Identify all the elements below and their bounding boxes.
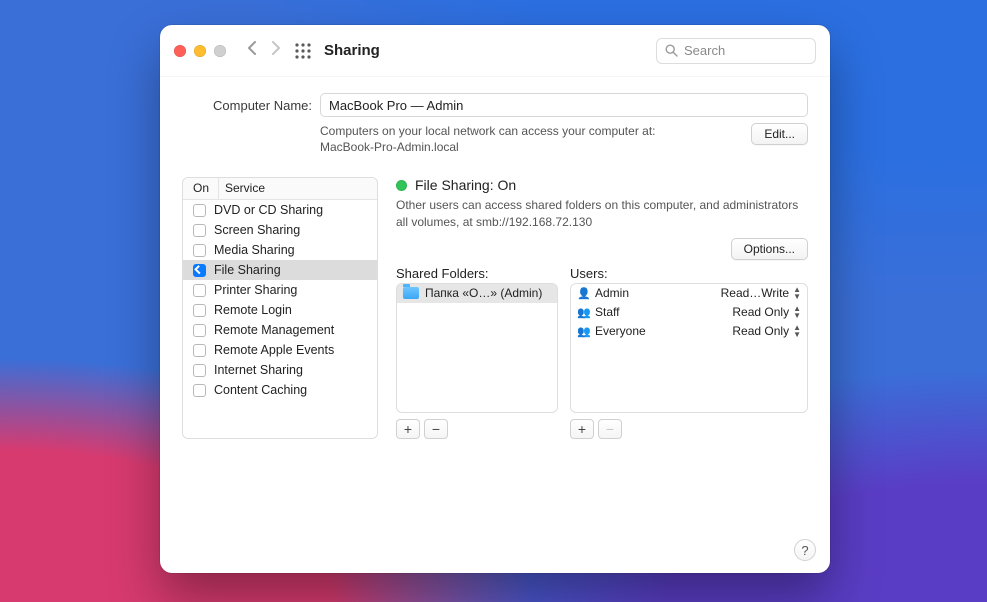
search-icon	[665, 44, 678, 57]
window-title: Sharing	[324, 42, 380, 59]
permission-label: Read…Write	[721, 286, 789, 300]
service-checkbox[interactable]	[193, 264, 206, 277]
service-name: Remote Management	[214, 323, 334, 337]
stepper-icon: ▲▼	[793, 286, 801, 300]
group-icon: 👥	[577, 306, 591, 319]
stepper-icon: ▲▼	[793, 305, 801, 319]
computer-name-field[interactable]	[320, 93, 808, 117]
users-header: Users:	[570, 266, 808, 281]
users-list[interactable]: 👤 Admin Read…Write ▲▼ 👥 Staff Read Only ▲▼ 👥 Ever…	[570, 283, 808, 413]
help-button[interactable]: ?	[794, 539, 816, 561]
service-row[interactable]: File Sharing	[183, 260, 377, 280]
shared-folders-header: Shared Folders:	[396, 266, 558, 281]
permission-label: Read Only	[732, 324, 789, 338]
person-icon: 👤	[577, 287, 591, 300]
add-folder-button[interactable]: +	[396, 419, 420, 439]
add-user-button[interactable]: +	[570, 419, 594, 439]
service-checkbox[interactable]	[193, 364, 206, 377]
computer-name-row: Computer Name:	[182, 93, 808, 117]
service-checkbox[interactable]	[193, 304, 206, 317]
service-checkbox[interactable]	[193, 284, 206, 297]
service-name: Screen Sharing	[214, 223, 300, 237]
service-name: Content Caching	[214, 383, 307, 397]
service-row[interactable]: Internet Sharing	[183, 360, 377, 380]
shared-folders-column: Shared Folders: Папка «О…» (Admin) + −	[396, 266, 558, 439]
forward-button[interactable]	[271, 40, 282, 61]
sharing-window: Sharing Search Computer Name: Computers …	[160, 25, 830, 573]
group-icon: 👥	[577, 325, 591, 338]
service-name: Internet Sharing	[214, 363, 303, 377]
service-col-on: On	[183, 178, 219, 199]
user-row[interactable]: 👥 Everyone Read Only ▲▼	[571, 322, 807, 341]
service-checkbox[interactable]	[193, 344, 206, 357]
edit-hostname-button[interactable]: Edit...	[751, 123, 808, 145]
service-name: Media Sharing	[214, 243, 295, 257]
computer-name-label: Computer Name:	[182, 98, 312, 113]
nav-buttons	[246, 40, 282, 61]
status-caption: Other users can access shared folders on…	[396, 197, 808, 229]
permission-popup[interactable]: Read…Write ▲▼	[721, 286, 801, 300]
computer-name-caption-row: Computers on your local network can acce…	[182, 123, 808, 155]
service-checkbox[interactable]	[193, 324, 206, 337]
user-name: Staff	[595, 305, 619, 319]
service-name: File Sharing	[214, 263, 281, 277]
service-row[interactable]: Printer Sharing	[183, 280, 377, 300]
minimize-window-button[interactable]	[194, 45, 206, 57]
service-row[interactable]: Remote Management	[183, 320, 377, 340]
panels: On Service DVD or CD Sharing Screen Shari…	[182, 177, 808, 438]
show-all-prefs-button[interactable]	[294, 42, 312, 60]
service-row[interactable]: Content Caching	[183, 380, 377, 400]
user-name: Admin	[595, 286, 629, 300]
service-list-header: On Service	[183, 178, 377, 200]
remove-folder-button[interactable]: −	[424, 419, 448, 439]
service-detail: File Sharing: On Other users can access …	[396, 177, 808, 438]
service-list: On Service DVD or CD Sharing Screen Shari…	[182, 177, 378, 438]
user-row[interactable]: 👥 Staff Read Only ▲▼	[571, 303, 807, 322]
computer-name-caption: Computers on your local network can acce…	[320, 123, 743, 155]
user-row[interactable]: 👤 Admin Read…Write ▲▼	[571, 284, 807, 303]
service-checkbox[interactable]	[193, 204, 206, 217]
options-button[interactable]: Options...	[731, 238, 808, 260]
permission-popup[interactable]: Read Only ▲▼	[732, 305, 801, 319]
service-name: Printer Sharing	[214, 283, 297, 297]
service-row[interactable]: Remote Apple Events	[183, 340, 377, 360]
shared-folder-name: Папка «О…» (Admin)	[425, 286, 542, 300]
folder-icon	[403, 287, 419, 299]
service-row[interactable]: Screen Sharing	[183, 220, 377, 240]
search-field[interactable]: Search	[656, 38, 816, 64]
status-led-icon	[396, 180, 407, 191]
service-checkbox[interactable]	[193, 244, 206, 257]
stepper-icon: ▲▼	[793, 324, 801, 338]
lists-row: Shared Folders: Папка «О…» (Admin) + − U…	[396, 266, 808, 439]
shared-folder-row[interactable]: Папка «О…» (Admin)	[397, 284, 557, 303]
service-row[interactable]: Media Sharing	[183, 240, 377, 260]
service-checkbox[interactable]	[193, 224, 206, 237]
service-name: Remote Login	[214, 303, 292, 317]
status-row: File Sharing: On	[396, 177, 808, 193]
service-name: Remote Apple Events	[214, 343, 334, 357]
permission-label: Read Only	[732, 305, 789, 319]
user-name: Everyone	[595, 324, 646, 338]
window-controls	[174, 45, 226, 57]
shared-folders-list[interactable]: Папка «О…» (Admin)	[396, 283, 558, 413]
service-row[interactable]: DVD or CD Sharing	[183, 200, 377, 220]
permission-popup[interactable]: Read Only ▲▼	[732, 324, 801, 338]
back-button[interactable]	[246, 40, 257, 61]
remove-user-button: −	[598, 419, 622, 439]
service-row[interactable]: Remote Login	[183, 300, 377, 320]
users-column: Users: 👤 Admin Read…Write ▲▼ 👥 Staff Read Only…	[570, 266, 808, 439]
content-area: Computer Name: Computers on your local n…	[160, 77, 830, 451]
window-toolbar: Sharing Search	[160, 25, 830, 77]
close-window-button[interactable]	[174, 45, 186, 57]
status-heading: File Sharing: On	[415, 177, 516, 193]
zoom-window-button	[214, 45, 226, 57]
search-placeholder: Search	[684, 43, 725, 58]
service-name: DVD or CD Sharing	[214, 203, 323, 217]
service-col-name: Service	[219, 178, 377, 199]
service-checkbox[interactable]	[193, 384, 206, 397]
